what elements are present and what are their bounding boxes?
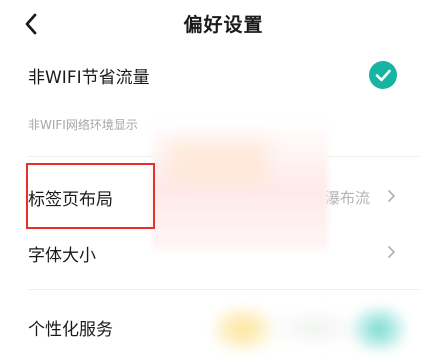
setting-label-personalized-service: 个性化服务: [28, 320, 113, 340]
non-wifi-saving-toggle[interactable]: [369, 61, 397, 89]
chevron-right-icon: [386, 245, 396, 259]
non-wifi-saving-description: 非WIFI网络环境显示: [28, 118, 138, 132]
setting-label-tab-layout: 标签页布局: [28, 190, 113, 210]
chevron-right-icon: [386, 189, 396, 203]
divider: [28, 156, 419, 157]
page-title: 偏好设置: [183, 14, 264, 36]
checkmark-icon: [369, 61, 397, 89]
divider: [28, 289, 419, 290]
setting-label-font-size: 字体大小: [28, 246, 96, 266]
preference-settings-screen: 偏好设置 非WIFI节省流量 非WIFI网络环境显示 标签页布局 瀑布流 字体大…: [0, 0, 447, 357]
header-bar: 偏好设置: [0, 0, 447, 48]
tab-layout-value: 瀑布流: [325, 189, 371, 207]
setting-label-non-wifi-saving: 非WIFI节省流量: [28, 68, 150, 88]
